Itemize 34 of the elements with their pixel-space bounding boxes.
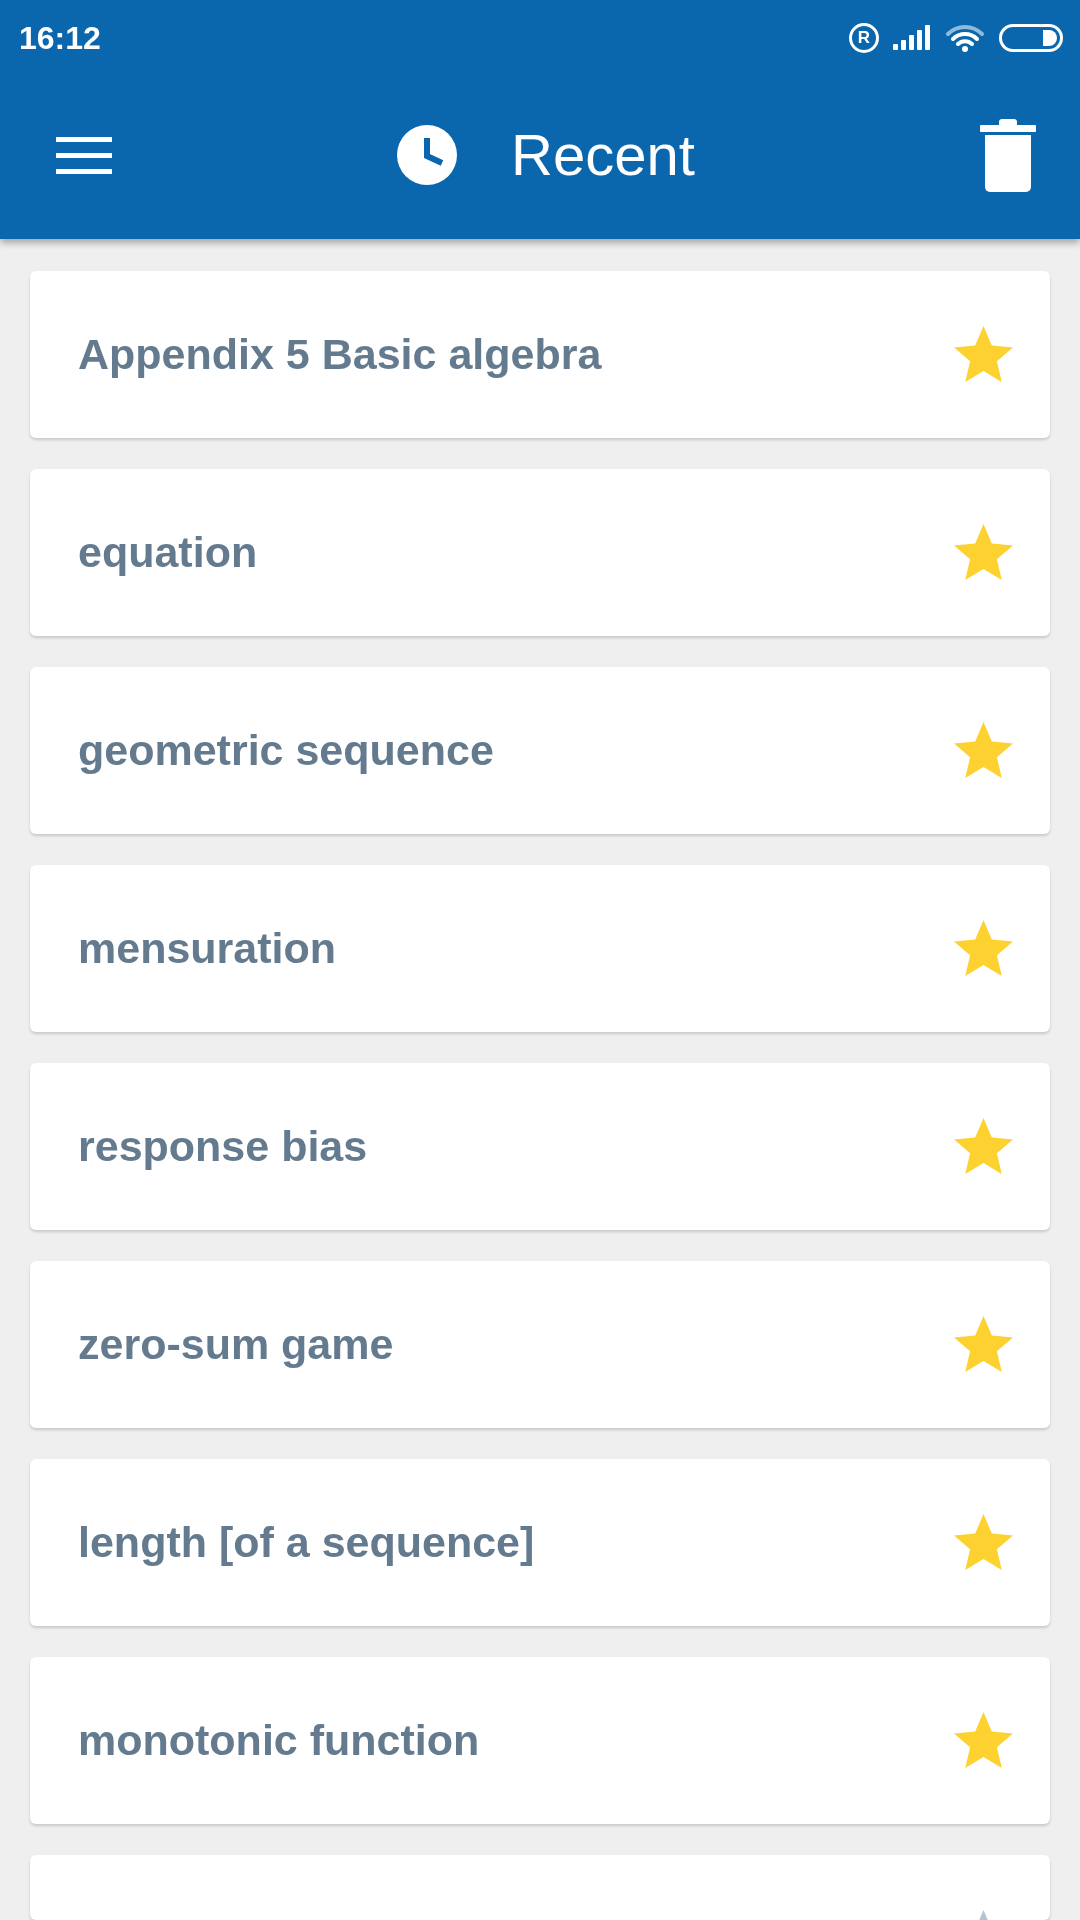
term-label: geometric sequence <box>78 725 494 776</box>
recent-term-card[interactable]: equation <box>30 469 1050 636</box>
star-icon[interactable] <box>954 1712 1013 1769</box>
star-icon[interactable] <box>954 1118 1013 1175</box>
clock-icon <box>397 125 458 185</box>
signal-icon <box>893 25 931 50</box>
star-icon[interactable] <box>954 1514 1013 1571</box>
star-icon[interactable] <box>954 1316 1013 1373</box>
term-label: equation <box>78 527 258 578</box>
recent-term-card[interactable]: monotonic function <box>30 1657 1050 1824</box>
star-icon[interactable] <box>954 920 1013 977</box>
recent-term-card[interactable]: mensuration <box>30 865 1050 1032</box>
term-label: monotonic function <box>78 1715 480 1766</box>
star-icon[interactable] <box>954 524 1013 581</box>
recent-term-card[interactable] <box>30 1855 1050 1920</box>
status-time: 16:12 <box>19 21 101 54</box>
term-label: response bias <box>78 1121 368 1172</box>
term-label: length [of a sequence] <box>78 1517 535 1568</box>
term-label: mensuration <box>78 923 337 974</box>
battery-icon <box>999 23 1063 52</box>
recent-term-card[interactable]: response bias <box>30 1063 1050 1230</box>
recent-term-card[interactable]: Appendix 5 Basic algebra <box>30 271 1050 438</box>
term-label: Appendix 5 Basic algebra <box>78 329 602 380</box>
term-label: zero-sum game <box>78 1319 394 1370</box>
wifi-icon <box>945 23 985 52</box>
star-icon[interactable] <box>954 326 1013 383</box>
roaming-indicator: R <box>849 22 879 53</box>
trash-icon <box>980 118 1036 192</box>
menu-icon <box>56 136 112 174</box>
star-icon[interactable] <box>954 722 1013 779</box>
recent-term-card[interactable]: geometric sequence <box>30 667 1050 834</box>
recent-term-card[interactable]: zero-sum game <box>30 1261 1050 1428</box>
recent-term-card[interactable]: length [of a sequence] <box>30 1459 1050 1626</box>
screen-title: Recent <box>511 126 695 184</box>
